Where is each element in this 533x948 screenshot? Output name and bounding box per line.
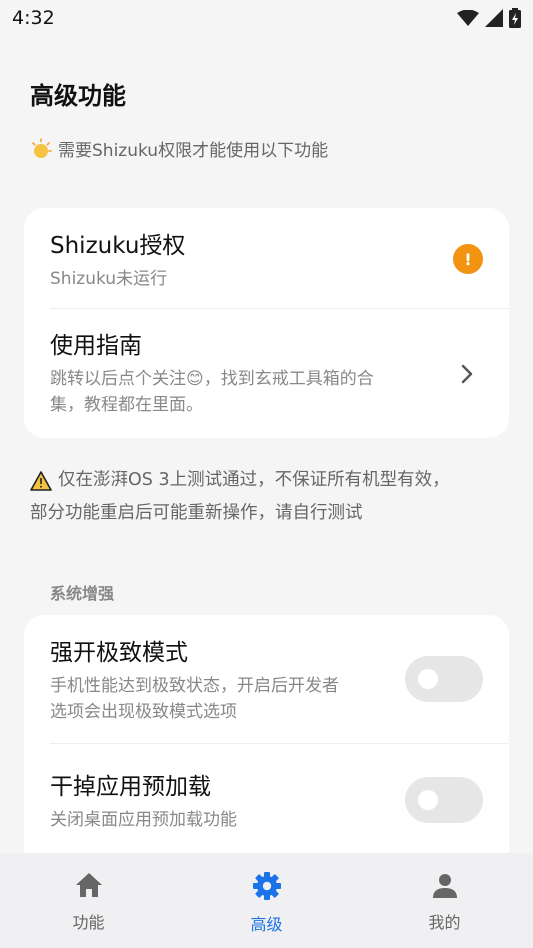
warning-line1: 仅在澎湃OS 3上测试通过，不保证所有机型有效， [58, 470, 450, 490]
extreme-mode-subtitle-line2: 选项会出现极致模式选项 [50, 702, 237, 722]
extreme-mode-title: 强开极致模式 [50, 640, 188, 666]
toggle-knob [418, 790, 438, 810]
guide-title: 使用指南 [50, 333, 142, 359]
guide-subtitle-line2: 集，教程都在里面。 [50, 395, 203, 415]
extreme-mode-toggle[interactable] [405, 656, 483, 702]
status-bar: 4:32 [0, 0, 533, 36]
extreme-mode-subtitle: 手机性能达到极致状态，开启后开发者 选项会出现极致模式选项 [50, 673, 379, 725]
warning-icon [30, 470, 52, 491]
extreme-mode-subtitle-line1: 手机性能达到极致状态，开启后开发者 [50, 676, 339, 696]
gear-icon [252, 872, 281, 900]
guide-subtitle: 跳转以后点个关注😊，找到玄戒工具箱的合 集，教程都在里面。 [50, 366, 429, 418]
system-card: 强开极致模式 手机性能达到极致状态，开启后开发者 选项会出现极致模式选项 干掉应… [24, 615, 509, 875]
preload-title: 干掉应用预加载 [50, 774, 211, 800]
warning-line2: 部分功能重启后可能重新操作，请自行测试 [30, 503, 363, 523]
status-time: 4:32 [12, 7, 55, 29]
chevron-right-icon [461, 364, 473, 384]
shizuku-auth-item[interactable]: Shizuku授权 Shizuku未运行 [24, 226, 509, 292]
nav-item-advanced[interactable]: 高级 [178, 853, 355, 948]
shizuku-notice: 需要Shizuku权限才能使用以下功能 [30, 136, 328, 161]
person-icon [432, 874, 457, 898]
notice-text: 需要Shizuku权限才能使用以下功能 [58, 141, 329, 161]
shizuku-card: Shizuku授权 Shizuku未运行 ! 使用指南 跳转以后点个关注😊，找到… [24, 208, 509, 438]
divider [50, 743, 509, 744]
home-icon [75, 873, 102, 897]
preload-subtitle: 关闭桌面应用预加载功能 [50, 810, 237, 830]
sun-icon [32, 137, 52, 158]
divider [50, 308, 509, 309]
nav-label-features: 功能 [72, 913, 105, 932]
shizuku-auth-title: Shizuku授权 [50, 233, 186, 259]
wifi-icon [457, 10, 479, 26]
toggle-knob [418, 669, 438, 689]
preload-toggle[interactable] [405, 777, 483, 823]
nav-label-advanced: 高级 [250, 915, 283, 934]
nav-item-profile[interactable]: 我的 [356, 853, 533, 948]
battery-icon [509, 8, 521, 28]
nav-item-features[interactable]: 功能 [0, 853, 177, 948]
shizuku-auth-status: Shizuku未运行 [50, 269, 168, 289]
signal-icon [485, 9, 503, 27]
page-title: 高级功能 [30, 82, 126, 110]
bottom-nav: 功能 高级 我的 [0, 853, 533, 948]
section-label-system: 系统增强 [50, 584, 115, 603]
status-icons [457, 8, 521, 28]
compat-warning: 仅在澎湃OS 3上测试通过，不保证所有机型有效， 部分功能重启后可能重新操作，请… [30, 464, 500, 530]
guide-subtitle-line1: 跳转以后点个关注😊，找到玄戒工具箱的合 [50, 369, 374, 389]
nav-label-profile: 我的 [428, 913, 461, 932]
guide-item[interactable]: 使用指南 跳转以后点个关注😊，找到玄戒工具箱的合 集，教程都在里面。 [24, 326, 509, 418]
warning-badge-icon: ! [453, 244, 483, 274]
